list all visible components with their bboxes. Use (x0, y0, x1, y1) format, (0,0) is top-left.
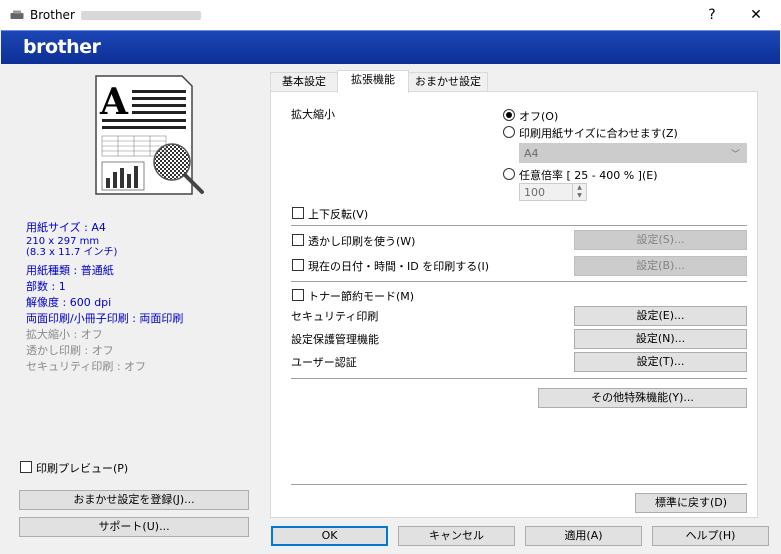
summary-paper-dims-mm: 210 x 297 mm (26, 236, 100, 247)
free-scale-value: 100 (524, 186, 545, 199)
title-bar: Brother ? ✕ (0, 0, 781, 30)
free-scale-spinner[interactable]: 100 ▲ ▼ (519, 183, 587, 201)
secure-print-label: セキュリティ印刷 (291, 310, 379, 323)
page-preview-icon: A (95, 75, 204, 195)
default-button[interactable]: 標準に戻す(D) (635, 493, 747, 513)
advanced-tab-panel: 拡大縮小 オフ(O) 印刷用紙サイズに合わせます(Z) A4 ﹀ 任意倍率 [ … (270, 91, 758, 518)
register-shortcut-button[interactable]: おまかせ設定を登録(J)... (19, 490, 249, 510)
chevron-down-icon: ﹀ (730, 150, 740, 160)
printer-icon (10, 10, 24, 19)
summary-duplex: 両面印刷/小冊子印刷 : 両面印刷 (26, 312, 184, 325)
apply-button[interactable]: 適用(A) (525, 526, 642, 546)
brand-banner: brother (1, 30, 780, 64)
summary-paper-size: 用紙サイズ : A4 (26, 221, 106, 234)
cancel-button[interactable]: キャンセル (398, 526, 515, 546)
print-preview-label[interactable]: 印刷プレビュー(P) (36, 460, 128, 476)
fit-paper-size-value: A4 (524, 147, 539, 160)
support-button[interactable]: サポート(U)... (19, 517, 249, 537)
left-panel: A 用紙サイズ : A4 210 x 297 mm (8.3 x 11.7 イン… (8, 68, 260, 548)
separator (291, 281, 747, 282)
separator (291, 484, 747, 485)
print-preview-checkbox[interactable] (20, 461, 32, 473)
help-button[interactable]: ? (690, 0, 734, 30)
scaling-free-radio[interactable] (503, 168, 515, 180)
toner-save-checkbox[interactable] (292, 289, 304, 301)
summary-scaling: 拡大縮小 : オフ (26, 328, 103, 341)
window-title: Brother (30, 8, 201, 22)
scaling-fit-label[interactable]: 印刷用紙サイズに合わせます(Z) (519, 125, 678, 141)
summary-resolution: 解像度 : 600 dpi (26, 296, 112, 309)
tab-print-profiles[interactable]: おまかせ設定 (408, 72, 488, 91)
help-dialog-button[interactable]: ヘルプ(H) (652, 526, 769, 546)
summary-copies: 部数 : 1 (26, 280, 66, 293)
tab-basic[interactable]: 基本設定 (270, 72, 338, 91)
spin-arrows-icon[interactable]: ▲ ▼ (572, 184, 586, 200)
summary-paper-dims-in: (8.3 x 11.7 インチ) (26, 247, 118, 258)
blurred-model-name (80, 11, 201, 20)
svg-text:A: A (99, 81, 129, 123)
scaling-off-radio[interactable] (503, 109, 515, 121)
separator (291, 225, 747, 226)
other-print-options-button[interactable]: その他特殊機能(Y)... (538, 388, 747, 408)
separator (291, 378, 747, 379)
watermark-checkbox[interactable] (292, 234, 304, 246)
watermark-settings-button[interactable]: 設定(S)... (574, 230, 747, 250)
summary-watermark: 透かし印刷 : オフ (26, 344, 114, 357)
summary-media-type: 用紙種類 : 普通紙 (26, 264, 114, 277)
reverse-print-checkbox[interactable] (292, 207, 304, 219)
toner-save-label[interactable]: トナー節約モード(M) (308, 288, 414, 304)
close-icon[interactable]: ✕ (734, 0, 778, 30)
secure-print-settings-button[interactable]: 設定(E)... (574, 306, 747, 326)
reverse-print-label[interactable]: 上下反転(V) (308, 206, 368, 222)
scaling-free-label[interactable]: 任意倍率 [ 25 - 400 % ](E) (519, 167, 658, 183)
user-authentication-settings-button[interactable]: 設定(T)... (574, 352, 747, 372)
ok-button[interactable]: OK (271, 526, 388, 546)
scaling-label: 拡大縮小 (291, 108, 335, 121)
settings-summary: 用紙サイズ : A4 210 x 297 mm (8.3 x 11.7 インチ)… (26, 220, 266, 375)
summary-secure-print: セキュリティ印刷 : オフ (26, 360, 147, 373)
brother-logo: brother (23, 36, 101, 58)
fit-paper-size-select[interactable]: A4 ﹀ (519, 143, 747, 163)
header-footer-label[interactable]: 現在の日付・時間・ID を印刷する(I) (308, 258, 489, 274)
scaling-off-label[interactable]: オフ(O) (519, 108, 558, 124)
administrator-settings-button[interactable]: 設定(N)... (574, 329, 747, 349)
scaling-fit-radio[interactable] (503, 126, 515, 138)
administrator-label: 設定保護管理機能 (291, 333, 379, 346)
user-authentication-label: ユーザー認証 (291, 356, 357, 369)
header-footer-checkbox[interactable] (292, 259, 304, 271)
watermark-label[interactable]: 透かし印刷を使う(W) (308, 233, 415, 249)
tab-advanced[interactable]: 拡張機能 (337, 70, 409, 93)
header-footer-settings-button[interactable]: 設定(B)... (574, 256, 747, 276)
